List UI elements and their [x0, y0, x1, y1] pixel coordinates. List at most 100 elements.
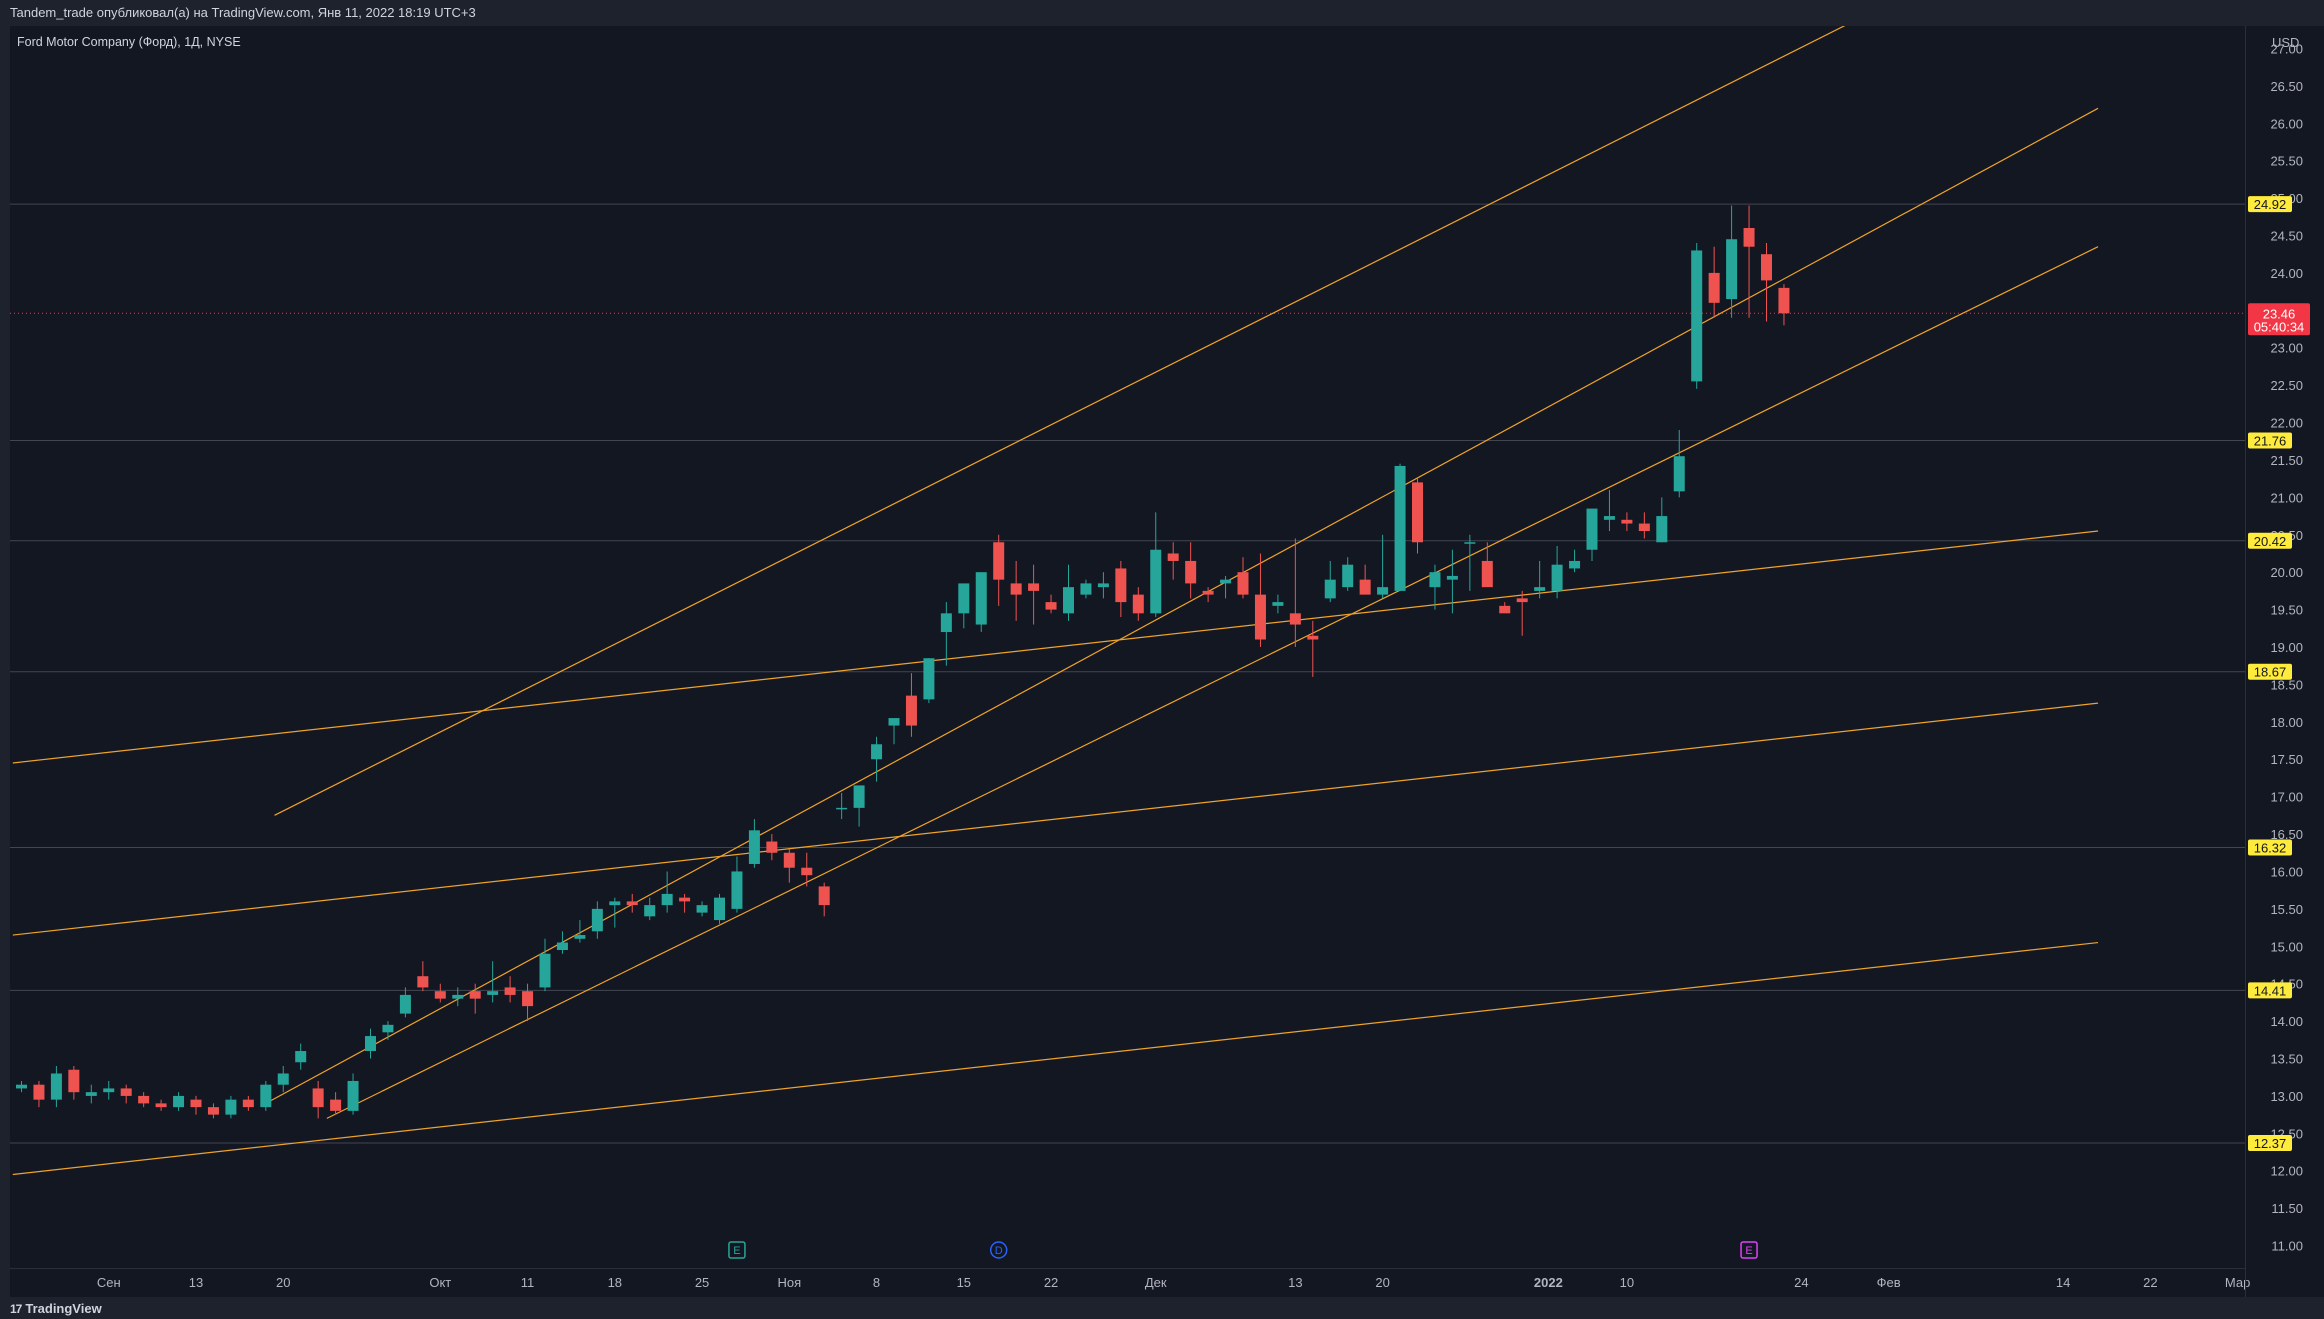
- time-tick-label: 2022: [1534, 1275, 1563, 1290]
- candle-body: [347, 1080, 359, 1111]
- candle-body: [225, 1099, 237, 1115]
- time-tick-label: 25: [695, 1275, 709, 1290]
- candle-body: [1220, 579, 1232, 584]
- candle-body: [103, 1088, 115, 1093]
- candle-body: [33, 1084, 45, 1100]
- candle-body: [644, 905, 656, 917]
- price-tick-label: 22.50: [2270, 378, 2303, 393]
- candle-body: [1656, 516, 1668, 543]
- time-axis[interactable]: [10, 1269, 2245, 1297]
- candle-body: [1743, 228, 1755, 247]
- level-label-text: 21.76: [2254, 433, 2287, 448]
- price-tick-label: 16.00: [2270, 864, 2303, 879]
- candle-body: [469, 991, 481, 999]
- event-letter: E: [733, 1245, 740, 1257]
- candle-body: [1237, 572, 1249, 595]
- time-tick-label: Сен: [97, 1275, 121, 1290]
- candle-body: [679, 897, 691, 902]
- price-tick-label: 19.50: [2270, 603, 2303, 618]
- candle-body: [1150, 549, 1162, 614]
- candle-body: [888, 718, 900, 726]
- candle-body: [993, 542, 1005, 580]
- candle-body: [1638, 523, 1650, 532]
- current-price-label: 23.4605:40:34: [2248, 303, 2310, 336]
- candle-body: [748, 830, 760, 864]
- candle-body: [1097, 583, 1109, 588]
- price-tick-label: 19.00: [2270, 640, 2303, 655]
- candle-body: [1010, 583, 1022, 595]
- price-tick-label: 17.50: [2270, 752, 2303, 767]
- candle-body: [1202, 590, 1214, 595]
- candle-body: [1726, 239, 1738, 300]
- candle-body: [295, 1051, 307, 1063]
- candle-body: [1080, 583, 1092, 595]
- price-tick-label: 11.00: [2271, 1239, 2303, 1254]
- candle-body: [1342, 564, 1354, 588]
- currency-label: USD: [2272, 35, 2299, 50]
- candle-body: [50, 1073, 62, 1100]
- candle: [975, 572, 987, 633]
- candle-body: [1167, 553, 1179, 561]
- time-tick-label: 20: [276, 1275, 290, 1290]
- price-tick-label: 17.00: [2270, 790, 2303, 805]
- price-tick-label: 22.00: [2270, 416, 2303, 431]
- candle-body: [382, 1024, 394, 1033]
- candle-body: [1603, 516, 1615, 520]
- time-tick-label: 22: [2143, 1275, 2157, 1290]
- level-label-text: 20.42: [2254, 534, 2287, 549]
- candle-body: [242, 1099, 254, 1108]
- candle-body: [1708, 272, 1720, 303]
- candle-body: [1185, 560, 1197, 584]
- candle-body: [138, 1095, 150, 1104]
- publish-header: Tandem_trade опубликовал(а) на TradingVi…: [0, 0, 2324, 26]
- time-tick-label: 13: [1288, 1275, 1302, 1290]
- candle-body: [417, 976, 429, 988]
- plot-area[interactable]: [10, 26, 2245, 1268]
- price-tick-label: 12.00: [2270, 1164, 2303, 1179]
- price-tick-label: 24.50: [2270, 228, 2303, 243]
- candle-body: [975, 572, 987, 625]
- candlestick-chart[interactable]: 11.0011.5012.0012.5013.0013.5014.0014.50…: [0, 26, 2324, 1297]
- candle-body: [399, 994, 411, 1014]
- time-tick-label: Дек: [1145, 1275, 1167, 1290]
- candle-body: [1324, 579, 1336, 599]
- candle-body: [923, 658, 935, 700]
- candle-body: [1063, 587, 1074, 614]
- candle-body: [574, 935, 586, 939]
- candle-body: [522, 991, 534, 1007]
- candle: [260, 1080, 272, 1111]
- candle-body: [120, 1088, 132, 1096]
- candle-body: [85, 1092, 97, 1096]
- price-tick-label: 14.00: [2270, 1014, 2303, 1029]
- tradingview-logo[interactable]: 17 TradingView: [10, 1299, 102, 1319]
- candle-body: [452, 994, 464, 999]
- level-label-text: 16.32: [2254, 841, 2287, 856]
- candle-body: [365, 1036, 376, 1052]
- time-tick-label: 15: [957, 1275, 971, 1290]
- level-label-text: 18.67: [2254, 665, 2287, 680]
- candle-body: [1115, 568, 1127, 603]
- candle-body: [207, 1107, 219, 1115]
- time-tick-label: 11: [521, 1275, 535, 1290]
- price-tick-label: 13.50: [2270, 1052, 2303, 1067]
- time-tick-label: Мар: [2225, 1275, 2250, 1290]
- time-tick-label: Ноя: [777, 1275, 801, 1290]
- candle: [1412, 478, 1423, 554]
- level-price-label: 21.76: [2248, 432, 2292, 449]
- candle-body: [626, 901, 638, 906]
- countdown-text: 05:40:34: [2254, 319, 2305, 334]
- candle-body: [1254, 594, 1266, 640]
- event-letter: D: [995, 1245, 1003, 1257]
- footer-bar: 17 TradingView: [0, 1299, 2324, 1319]
- level-price-label: 16.32: [2248, 839, 2292, 856]
- price-tick-label: 11.50: [2271, 1201, 2303, 1216]
- candle-body: [1132, 594, 1144, 614]
- candle-body: [1028, 583, 1040, 591]
- time-tick-label: 13: [189, 1275, 203, 1290]
- candle: [923, 658, 935, 704]
- candle-body: [312, 1088, 324, 1108]
- candle-body: [1359, 579, 1371, 595]
- price-axis[interactable]: [2246, 26, 2324, 1297]
- candle-body: [68, 1069, 80, 1093]
- price-tick-label: 20.00: [2270, 565, 2303, 580]
